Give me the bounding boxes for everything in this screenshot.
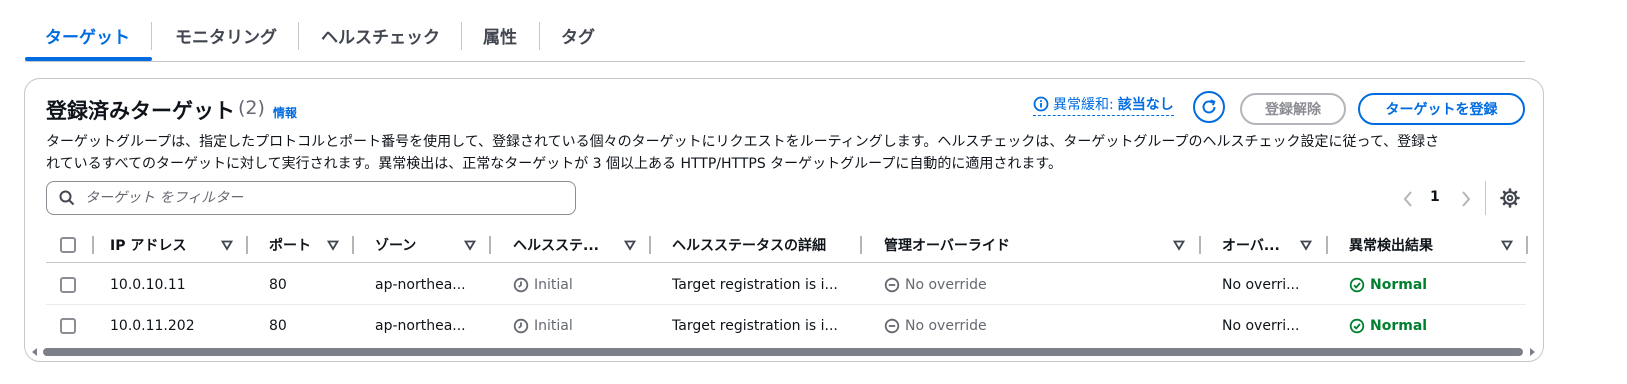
check-circle-icon: [1349, 318, 1365, 333]
health-status-label: Initial: [534, 276, 573, 293]
column-divider[interactable]: [1326, 236, 1328, 254]
tab-health-check[interactable]: ヘルスチェック: [321, 26, 440, 60]
cell-health-detail: Target registration is i...: [672, 276, 838, 293]
tab-divider: [539, 22, 540, 50]
row-checkbox[interactable]: [60, 317, 76, 334]
cell-zone: ap-northea...: [375, 276, 466, 293]
scroll-left-arrow-icon[interactable]: [31, 348, 39, 356]
column-divider[interactable]: [860, 236, 862, 254]
table-row[interactable]: 10.0.11.202 80 ap-northea... Initial Tar…: [46, 305, 1526, 346]
refresh-button[interactable]: [1193, 91, 1225, 123]
table-row[interactable]: 10.0.10.11 80 ap-northea... Initial Targ…: [46, 264, 1526, 305]
cell-health-detail: Target registration is i...: [672, 317, 838, 334]
tab-tags[interactable]: タグ: [561, 26, 595, 60]
anomaly-mitigation-link[interactable]: 異常緩和: 該当なし: [1033, 94, 1174, 116]
tab-attributes[interactable]: 属性: [483, 26, 517, 60]
column-header-health-status[interactable]: ヘルスステ...: [513, 227, 599, 263]
clock-icon: [513, 277, 529, 292]
column-divider[interactable]: [1526, 236, 1528, 254]
health-status-label: Initial: [534, 317, 573, 334]
search-icon: [59, 190, 75, 206]
sort-icon[interactable]: [221, 239, 233, 251]
gear-icon[interactable]: [1499, 187, 1521, 209]
cell-ip: 10.0.10.11: [110, 276, 186, 293]
scroll-right-arrow-icon[interactable]: [1528, 348, 1536, 356]
cell-port: 80: [269, 276, 287, 293]
cell-admin-override: No override: [884, 305, 987, 346]
cell-port: 80: [269, 317, 287, 334]
sort-icon[interactable]: [464, 239, 476, 251]
horizontal-scrollbar[interactable]: [31, 345, 1536, 359]
tab-bar: ターゲット モニタリング ヘルスチェック 属性 タグ: [25, 20, 1525, 62]
filter-input[interactable]: [85, 190, 555, 206]
cell-admin-override: No override: [884, 264, 987, 305]
cell-ip: 10.0.11.202: [110, 317, 195, 334]
mitigation-value: 該当なし: [1117, 97, 1174, 113]
column-divider[interactable]: [92, 236, 94, 254]
cell-override-2: No overri...: [1222, 317, 1300, 334]
filter-box: [46, 181, 576, 215]
sort-icon[interactable]: [327, 239, 339, 251]
info-circle-icon: [1033, 96, 1049, 112]
previous-page-icon[interactable]: [1401, 189, 1415, 209]
panel-description: ターゲットグループは、指定したプロトコルとポート番号を使用して、登録されている個…: [46, 131, 1526, 175]
cell-anomaly-result: Normal: [1349, 305, 1427, 346]
tab-targets[interactable]: ターゲット: [45, 26, 130, 60]
column-header-health-detail[interactable]: ヘルスステータスの詳細: [672, 227, 826, 263]
anomaly-label: Normal: [1370, 317, 1428, 334]
sort-icon[interactable]: [1501, 239, 1513, 251]
column-divider[interactable]: [489, 236, 491, 254]
column-header-anomaly-result[interactable]: 異常検出結果: [1349, 227, 1433, 263]
column-divider[interactable]: [649, 236, 651, 254]
check-circle-icon: [1349, 277, 1365, 292]
column-header-port[interactable]: ポート: [269, 227, 311, 263]
cell-anomaly-result: Normal: [1349, 264, 1427, 305]
tab-monitoring[interactable]: モニタリング: [175, 26, 277, 60]
column-header-admin-override[interactable]: 管理オーバーライド: [884, 227, 1010, 263]
deregister-button[interactable]: 登録解除: [1240, 93, 1346, 125]
target-count: (2): [238, 97, 265, 119]
sort-icon[interactable]: [1300, 239, 1312, 251]
cell-override-2: No overri...: [1222, 276, 1300, 293]
column-divider[interactable]: [1199, 236, 1201, 254]
tab-divider: [151, 22, 152, 50]
cell-health-status: Initial: [513, 264, 573, 305]
registered-targets-panel: 登録済みターゲット (2) 情報 異常緩和: 該当なし 登録解除 ターゲットを登…: [24, 78, 1544, 362]
sort-icon[interactable]: [624, 239, 636, 251]
register-targets-button[interactable]: ターゲットを登録: [1358, 93, 1525, 125]
cell-zone: ap-northea...: [375, 317, 466, 334]
tab-divider: [461, 22, 462, 50]
description-line: ターゲットグループは、指定したプロトコルとポート番号を使用して、登録されている個…: [46, 134, 1440, 150]
anomaly-label: Normal: [1370, 276, 1428, 293]
column-divider[interactable]: [352, 236, 354, 254]
cell-health-status: Initial: [513, 305, 573, 346]
description-line: れているすべてのターゲットに対して実行されます。異常検出は、正常なターゲットが …: [46, 156, 1062, 172]
column-header-ip[interactable]: IP アドレス: [110, 227, 186, 263]
column-divider[interactable]: [246, 236, 248, 254]
select-all-checkbox[interactable]: [60, 237, 76, 253]
active-tab-indicator: [25, 57, 152, 61]
mitigation-label: 異常緩和:: [1053, 97, 1114, 113]
table-header: IP アドレス ポート ゾーン ヘルスステ... ヘルスステータスの詳細 管理オ…: [46, 227, 1528, 263]
column-header-zone[interactable]: ゾーン: [375, 227, 416, 263]
sort-icon[interactable]: [1173, 239, 1185, 251]
row-checkbox[interactable]: [60, 276, 76, 293]
clock-icon: [513, 318, 529, 333]
tab-divider: [298, 22, 299, 50]
refresh-icon: [1202, 99, 1216, 114]
minus-circle-icon: [884, 318, 900, 333]
scrollbar-thumb[interactable]: [43, 348, 1523, 356]
minus-circle-icon: [884, 277, 900, 292]
panel-title: 登録済みターゲット: [46, 99, 235, 123]
current-page-number[interactable]: 1: [1430, 189, 1440, 205]
override-label: No override: [905, 276, 987, 293]
override-label: No override: [905, 317, 987, 334]
select-all-cell: [60, 227, 76, 263]
next-page-icon[interactable]: [1459, 189, 1473, 209]
column-header-override-2[interactable]: オーバ...: [1222, 227, 1280, 263]
pager-divider: [1485, 181, 1486, 215]
info-link[interactable]: 情報: [273, 104, 297, 121]
